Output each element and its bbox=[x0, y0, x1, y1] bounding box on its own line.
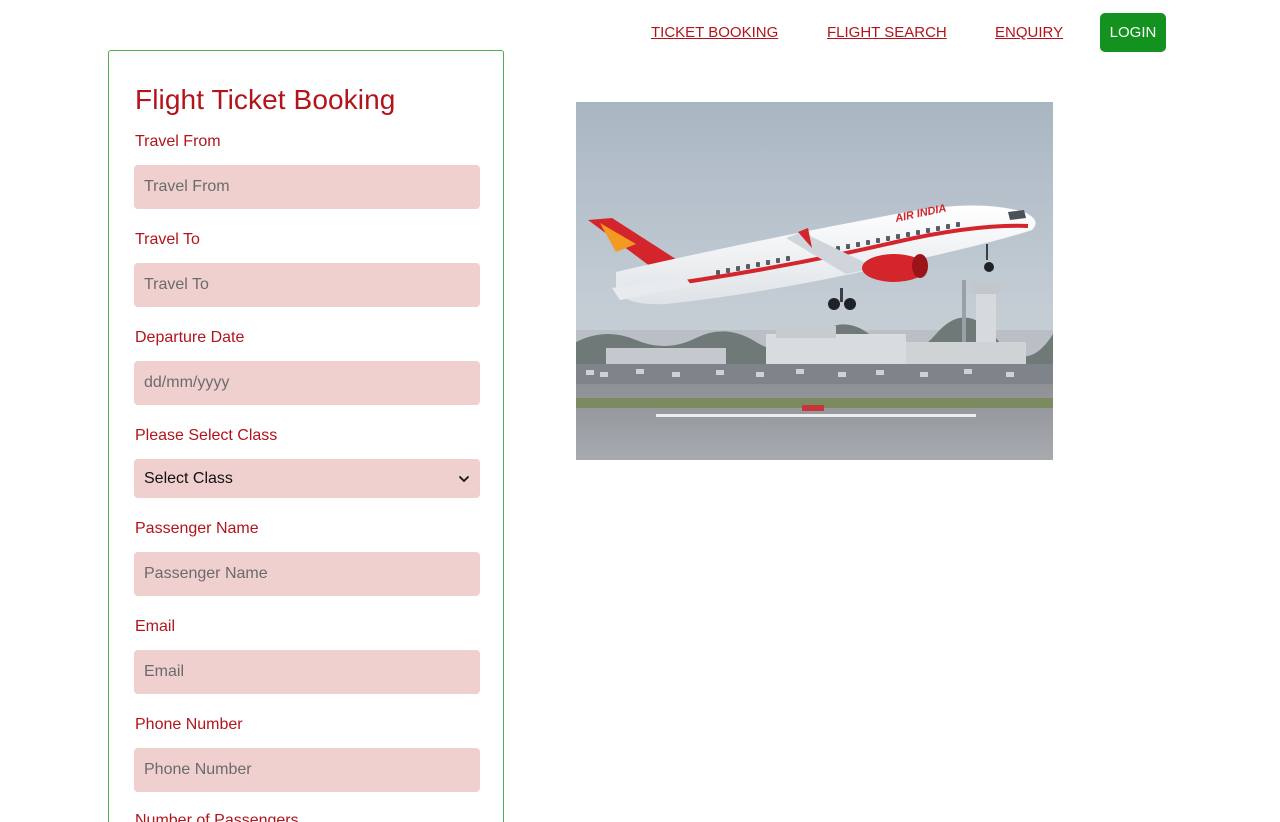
form-title: Flight Ticket Booking bbox=[135, 84, 396, 115]
email-input[interactable] bbox=[134, 650, 480, 694]
nav-link-flight-search[interactable]: FLIGHT SEARCH bbox=[827, 24, 947, 41]
passenger-name-label: Passenger Name bbox=[135, 520, 259, 537]
departure-date-label: Departure Date bbox=[135, 329, 245, 346]
airplane-illustration: AIR INDIA bbox=[576, 102, 1053, 460]
login-button[interactable]: LOGIN bbox=[1100, 13, 1166, 52]
passengers-label: Number of Passengers bbox=[135, 812, 299, 822]
travel-from-input[interactable] bbox=[134, 165, 480, 209]
phone-input[interactable] bbox=[134, 748, 480, 792]
chevron-down-icon bbox=[459, 475, 469, 482]
nav-link-ticket-booking[interactable]: TICKET BOOKING bbox=[651, 24, 778, 41]
page: TICKET BOOKING FLIGHT SEARCH ENQUIRY LOG… bbox=[0, 0, 1280, 822]
travel-to-input[interactable] bbox=[134, 263, 480, 307]
class-label: Please Select Class bbox=[135, 427, 278, 444]
passenger-name-input[interactable] bbox=[134, 552, 480, 596]
departure-date-input[interactable] bbox=[134, 361, 480, 405]
travel-to-label: Travel To bbox=[135, 231, 200, 248]
airplane-photo: AIR INDIA bbox=[576, 102, 1053, 460]
phone-label: Phone Number bbox=[135, 716, 243, 733]
class-select-value: Select Class bbox=[144, 469, 233, 487]
class-select[interactable]: Select Class bbox=[134, 459, 480, 498]
travel-from-label: Travel From bbox=[135, 133, 221, 150]
nav-link-enquiry[interactable]: ENQUIRY bbox=[995, 24, 1063, 41]
email-label: Email bbox=[135, 618, 176, 635]
booking-form: Flight Ticket Booking Travel From Travel… bbox=[108, 50, 504, 822]
